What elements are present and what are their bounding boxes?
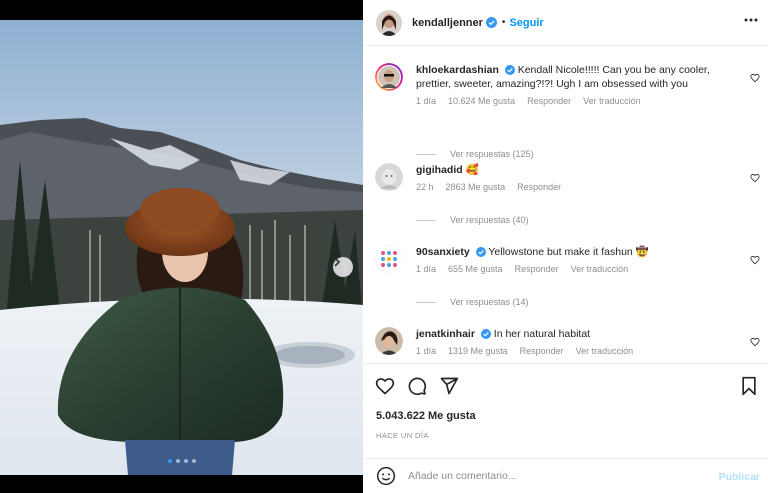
view-replies-button[interactable]: Ver respuestas (125)	[416, 149, 534, 159]
view-replies-label: Ver respuestas (14)	[450, 297, 529, 307]
translate-button[interactable]: Ver traducción	[576, 346, 634, 356]
comment-meta: 22 h 2863 Me gusta Responder	[416, 182, 736, 192]
comment-meta: 1 día 1319 Me gusta Responder Ver traduc…	[416, 346, 736, 356]
carousel-indicator	[0, 459, 363, 463]
post-side-panel: kendalljenner • Seguir khloekardashian K…	[363, 0, 768, 493]
comment-time: 1 día	[416, 264, 437, 274]
comment-username[interactable]: gigihadid	[416, 164, 463, 176]
chevron-right-icon	[334, 257, 341, 267]
comment-meta: 1 día 655 Me gusta Responder Ver traducc…	[416, 264, 736, 274]
post-header: kendalljenner • Seguir	[363, 0, 768, 46]
comment-likes-link[interactable]: 655 Me gusta	[448, 264, 503, 274]
heart-icon[interactable]	[750, 173, 760, 183]
more-options-icon[interactable]	[744, 18, 758, 22]
avatar[interactable]	[375, 327, 403, 355]
comment-time: 1 día	[416, 96, 437, 106]
comment-meta: 1 día 10.624 Me gusta Responder Ver trad…	[416, 96, 736, 106]
carousel-dot	[183, 459, 188, 463]
comments-list[interactable]: khloekardashian Kendall Nicole!!!!! Can …	[363, 47, 768, 363]
carousel-next-button[interactable]	[333, 257, 353, 277]
comment-body: Yellowstone but make it fashun 🤠	[488, 246, 649, 258]
avatar[interactable]	[376, 9, 402, 36]
view-replies-label: Ver respuestas (40)	[450, 215, 529, 225]
follow-button[interactable]: Seguir	[509, 17, 543, 29]
post-timestamp[interactable]: HACE UN DÍA	[376, 431, 429, 440]
view-replies-label: Ver respuestas (125)	[450, 149, 534, 159]
heart-icon[interactable]	[750, 73, 760, 83]
comment-text: jenatkinhair In her natural habitat	[416, 327, 736, 341]
comment-likes-link[interactable]: 1319 Me gusta	[448, 346, 508, 356]
translate-button[interactable]: Ver traducción	[583, 96, 641, 106]
heart-icon[interactable]	[750, 255, 760, 265]
comment-username[interactable]: khloekardashian	[416, 64, 499, 76]
reply-button[interactable]: Responder	[515, 264, 559, 274]
comment-text: gigihadid 🥰	[416, 163, 736, 177]
reply-button[interactable]: Responder	[517, 182, 561, 192]
post-actions: 5.043.622 Me gusta HACE UN DÍA	[363, 363, 768, 458]
view-replies-button[interactable]: Ver respuestas (40)	[416, 215, 529, 225]
heart-icon[interactable]	[750, 337, 760, 347]
emoji-icon[interactable]	[376, 466, 396, 486]
comment-input[interactable]	[408, 470, 698, 482]
carousel-dot	[175, 459, 180, 463]
comment-body: In her natural habitat	[493, 328, 591, 340]
comment-username[interactable]: 90sanxiety	[416, 246, 470, 258]
header-separator: •	[501, 17, 506, 28]
post-media[interactable]	[0, 20, 363, 475]
comment-composer: Publicar	[363, 458, 768, 493]
comment-body: 🥰	[465, 164, 479, 176]
avatar[interactable]	[375, 163, 403, 191]
bookmark-icon[interactable]	[740, 376, 758, 396]
comment-icon[interactable]	[407, 376, 427, 396]
send-icon[interactable]	[439, 376, 459, 396]
verified-badge-icon	[485, 17, 497, 28]
avatar[interactable]	[375, 245, 403, 273]
translate-button[interactable]: Ver traducción	[571, 264, 629, 274]
heart-icon[interactable]	[375, 376, 395, 396]
verified-badge-icon	[475, 247, 486, 257]
reply-button[interactable]: Responder	[520, 346, 564, 356]
view-replies-button[interactable]: Ver respuestas (14)	[416, 297, 529, 307]
reply-button[interactable]: Responder	[527, 96, 571, 106]
verified-badge-icon	[480, 329, 491, 339]
author-username[interactable]: kendalljenner	[412, 17, 483, 29]
comment-likes-link[interactable]: 10.624 Me gusta	[448, 96, 515, 106]
comment-time: 22 h	[416, 182, 434, 192]
carousel-dot	[167, 459, 172, 463]
comment-username[interactable]: jenatkinhair	[416, 328, 475, 340]
publish-button[interactable]: Publicar	[719, 471, 760, 483]
avatar[interactable]	[375, 63, 403, 91]
carousel-dot	[191, 459, 196, 463]
post-likes-count[interactable]: 5.043.622 Me gusta	[376, 410, 476, 422]
comment-text: khloekardashian Kendall Nicole!!!!! Can …	[416, 63, 736, 91]
comment-text: 90sanxiety Yellowstone but make it fashu…	[416, 245, 736, 259]
comment-likes-link[interactable]: 2863 Me gusta	[446, 182, 506, 192]
comment-time: 1 día	[416, 346, 437, 356]
verified-badge-icon	[504, 65, 515, 75]
post-photo	[0, 20, 363, 475]
